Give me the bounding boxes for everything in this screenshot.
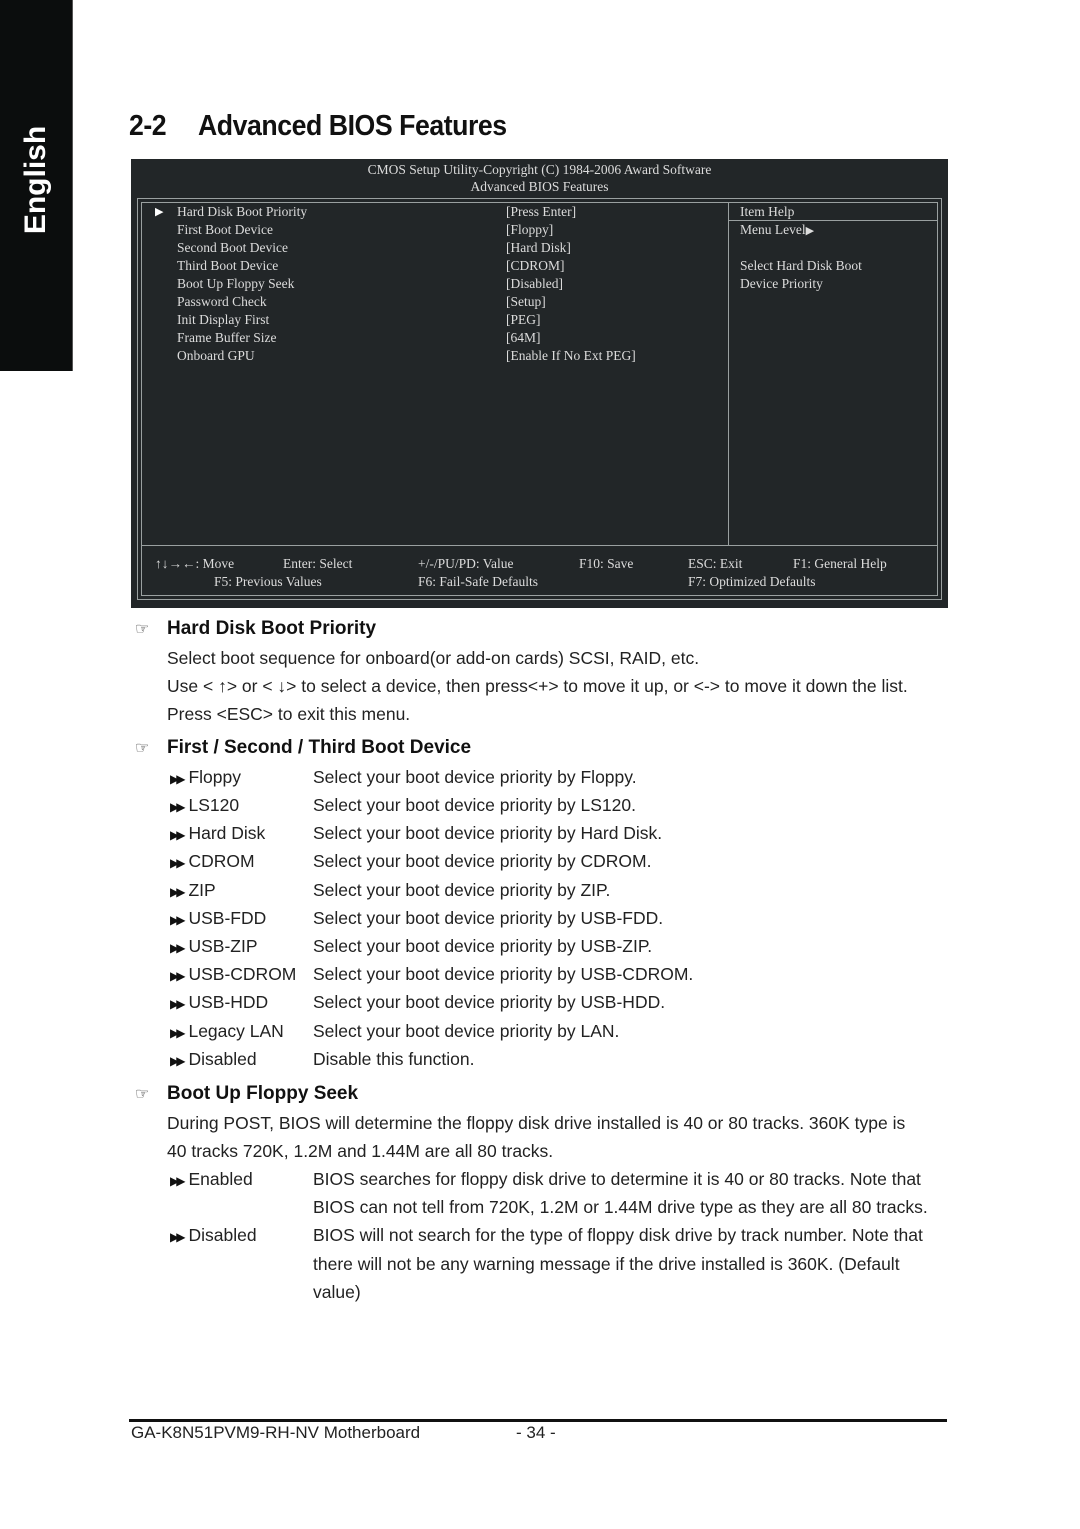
double-arrow-icon: ▶▶: [170, 885, 186, 899]
floppy-seek-desc-line: During POST, BIOS will determine the flo…: [167, 1113, 906, 1133]
double-arrow-icon: ▶▶: [170, 969, 186, 983]
key-enter: Enter: Select: [283, 556, 353, 571]
double-arrow-icon: ▶▶: [170, 913, 186, 927]
option-desc: Select your boot device priority by Flop…: [313, 767, 637, 787]
option-desc: Select your boot device priority by USB-…: [313, 964, 694, 984]
option-name: ▶▶ Legacy LAN: [170, 1021, 284, 1041]
menu-level-arrow-icon: ▶: [805, 225, 815, 237]
section-number: 2-2: [129, 110, 167, 142]
option-name: ▶▶ Floppy: [170, 767, 241, 787]
option-name: ▶▶ Enabled: [170, 1169, 253, 1189]
option-name: ▶▶ Disabled: [170, 1049, 257, 1069]
bios-footer-divider: [142, 545, 937, 546]
pointing-hand-icon: ☞: [135, 1086, 150, 1103]
hdd-boot-priority-heading: ☞ Hard Disk Boot Priority: [135, 618, 377, 639]
double-arrow-icon: ▶▶: [170, 941, 186, 955]
option-desc: BIOS can not tell from 720K, 1.2M or 1.4…: [313, 1197, 928, 1217]
page-number: - 34 -: [516, 1423, 556, 1442]
language-label: English: [19, 125, 52, 235]
footer-rule: [129, 1419, 947, 1422]
option-name: ▶▶ USB-FDD: [170, 908, 267, 928]
help-text-line2: Device Priority: [740, 276, 823, 291]
double-arrow-icon: ▶▶: [170, 997, 186, 1011]
double-arrow-icon: ▶▶: [170, 1026, 186, 1040]
option-name: ▶▶ USB-ZIP: [170, 936, 258, 956]
pointing-hand-icon: ☞: [135, 740, 150, 757]
option-name: ▶▶ USB-HDD: [170, 992, 269, 1012]
bios-vertical-divider: [728, 203, 729, 545]
option-desc: Select your boot device priority by USB-…: [313, 992, 666, 1012]
option-desc: BIOS searches for floppy disk drive to d…: [313, 1169, 921, 1189]
submenu-arrow-icon: ▶: [155, 206, 164, 218]
pointing-hand-icon: ☞: [135, 621, 150, 638]
option-name: ▶▶ USB-CDROM: [170, 964, 297, 984]
double-arrow-icon: ▶▶: [170, 1174, 186, 1188]
hdd-desc-line: Use < ↑> or < ↓> to select a device, the…: [167, 676, 908, 696]
option-desc: there will not be any warning message if…: [313, 1254, 900, 1274]
bios-frame: ▶ Hard Disk Boot Priority [Press Enter] …: [137, 198, 942, 600]
option-desc: Select your boot device priority by LAN.: [313, 1021, 620, 1041]
item-help-title: Item Help: [740, 204, 795, 219]
boot-device-heading: ☞ First / Second / Third Boot Device: [135, 737, 472, 758]
option-desc: Select your boot device priority by USB-…: [313, 908, 664, 928]
section-title: Advanced BIOS Features: [198, 110, 507, 142]
key-exit: ESC: Exit: [688, 556, 743, 571]
page-title: 2-2 Advanced BIOS Features: [129, 110, 507, 143]
option-name: ▶▶ ZIP: [170, 880, 216, 900]
double-arrow-icon: ▶▶: [170, 856, 186, 870]
key-move: ↑↓→←: Move: [155, 556, 235, 571]
hdd-desc-line: Press <ESC> to exit this menu.: [167, 704, 411, 724]
option-name: ▶▶ Disabled: [170, 1225, 257, 1245]
key-value: +/-/PU/PD: Value: [418, 556, 514, 571]
key-previous-values: F5: Previous Values: [214, 574, 322, 589]
double-arrow-icon: ▶▶: [170, 772, 186, 786]
key-optimized-defaults: F7: Optimized Defaults: [688, 574, 816, 589]
option-desc: value): [313, 1282, 361, 1302]
footer-model: GA-K8N51PVM9-RH-NV Motherboard: [131, 1423, 421, 1442]
option-desc: Disable this function.: [313, 1049, 475, 1069]
double-arrow-icon: ▶▶: [170, 1054, 186, 1068]
menu-level: Menu Level▶: [740, 222, 815, 237]
option-desc: Select your boot device priority by Hard…: [313, 823, 663, 843]
key-failsafe-defaults: F6: Fail-Safe Defaults: [418, 574, 538, 589]
help-text-line1: Select Hard Disk Boot: [740, 258, 862, 273]
double-arrow-icon: ▶▶: [170, 800, 186, 814]
bios-header-title: Advanced BIOS Features: [470, 179, 609, 194]
option-desc: BIOS will not search for the type of flo…: [313, 1225, 923, 1245]
option-desc: Select your boot device priority by USB-…: [313, 936, 653, 956]
double-arrow-icon: ▶▶: [170, 1230, 186, 1244]
double-arrow-icon: ▶▶: [170, 828, 186, 842]
bios-inner-frame: ▶ Hard Disk Boot Priority [Press Enter] …: [141, 202, 938, 596]
hdd-desc-line: Select boot sequence for onboard(or add-…: [167, 648, 700, 668]
bios-header-copyright: CMOS Setup Utility-Copyright (C) 1984-20…: [367, 162, 712, 177]
key-general-help: F1: General Help: [793, 556, 887, 571]
option-desc: Select your boot device priority by CDRO…: [313, 851, 652, 871]
language-side-tab: English: [0, 0, 73, 371]
key-save: F10: Save: [579, 556, 634, 571]
floppy-seek-heading: ☞ Boot Up Floppy Seek: [135, 1083, 359, 1104]
option-desc: Select your boot device priority by LS12…: [313, 795, 636, 815]
bios-screen: CMOS Setup Utility-Copyright (C) 1984-20…: [131, 159, 948, 608]
option-name: ▶▶ LS120: [170, 795, 240, 815]
floppy-seek-desc-line: 40 tracks 720K, 1.2M and 1.44M are all 8…: [167, 1141, 554, 1161]
option-desc: Select your boot device priority by ZIP.: [313, 880, 611, 900]
option-name: ▶▶ Hard Disk: [170, 823, 266, 843]
option-name: ▶▶ CDROM: [170, 851, 255, 871]
